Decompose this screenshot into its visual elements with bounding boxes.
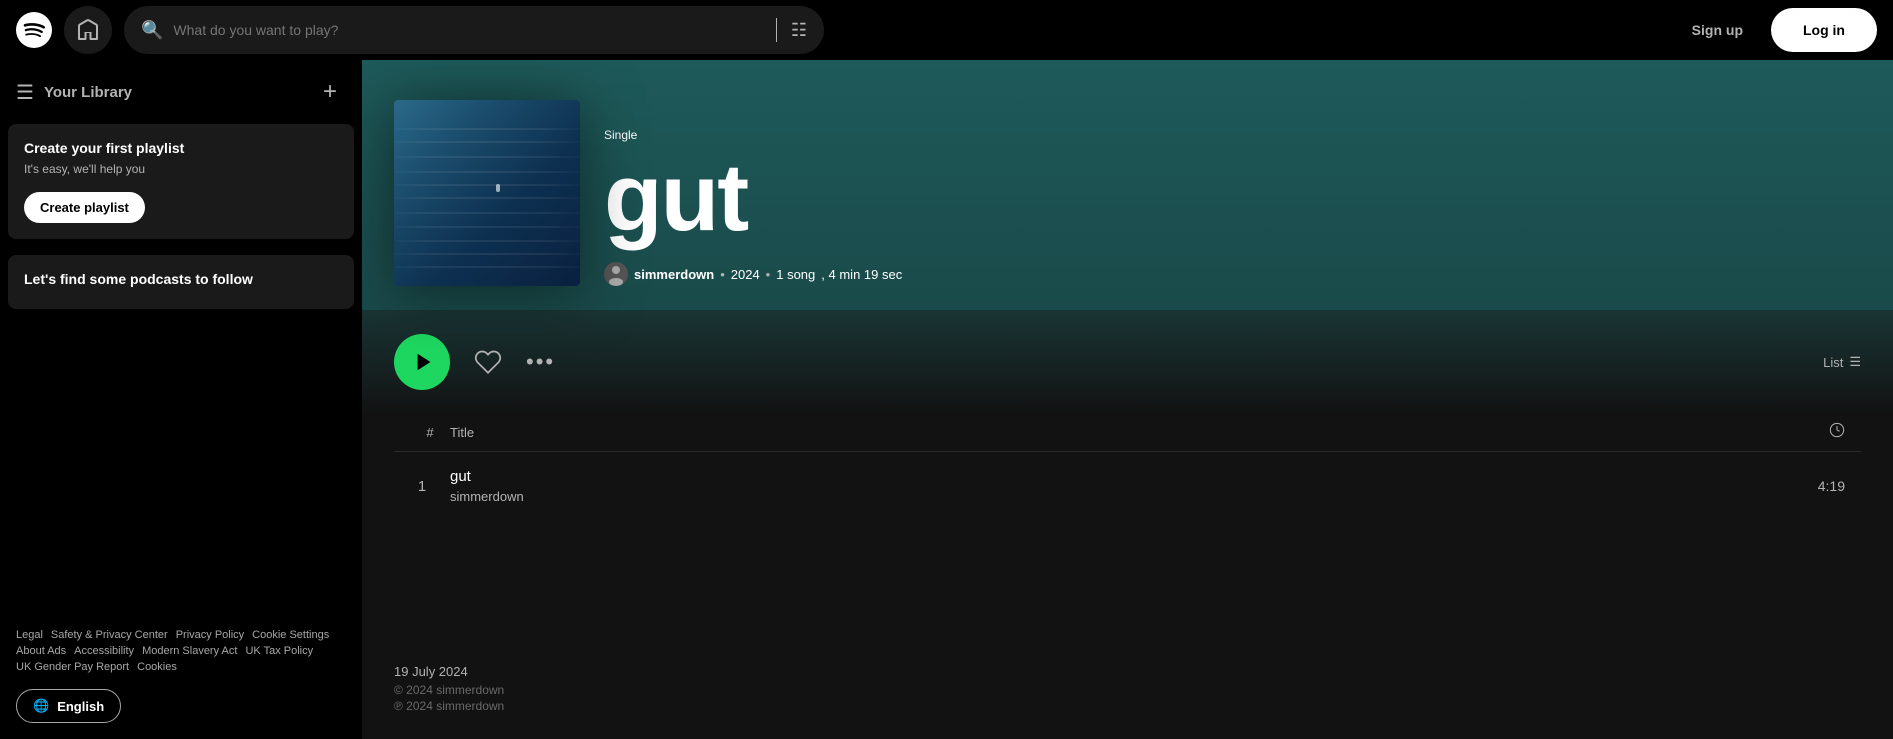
track-info: gut simmerdown xyxy=(450,468,1802,504)
search-icon: 🔍 xyxy=(141,20,163,41)
footer-link-modern-slavery[interactable]: Modern Slavery Act xyxy=(142,645,237,657)
track-duration-header xyxy=(1829,422,1845,443)
track-number: 1 xyxy=(410,478,434,495)
create-playlist-card: Create your first playlist It's easy, we… xyxy=(8,124,354,239)
track-name: gut xyxy=(450,468,1802,485)
language-label: English xyxy=(57,699,104,714)
ellipsis-icon: ••• xyxy=(526,349,555,375)
track-title-header: Title xyxy=(450,425,1829,440)
track-header: # Title xyxy=(394,414,1861,452)
main-area: ☰ Your Library + Create your first playl… xyxy=(0,60,1893,739)
podcasts-card: Let's find some podcasts to follow xyxy=(8,255,354,309)
sidebar: ☰ Your Library + Create your first playl… xyxy=(0,60,362,739)
language-button[interactable]: 🌐 English xyxy=(16,689,121,723)
footer-links: Legal Safety & Privacy Center Privacy Po… xyxy=(16,629,346,673)
spotify-logo[interactable] xyxy=(16,12,52,48)
signup-button[interactable]: Sign up xyxy=(1676,14,1759,46)
release-date: 19 July 2024 xyxy=(394,664,1861,679)
meta-dot-1: • xyxy=(720,267,725,282)
artist-avatar xyxy=(604,262,628,286)
browse-icon[interactable]: ☷ xyxy=(791,20,807,41)
album-title: gut xyxy=(604,150,1861,246)
library-icon: ☰ xyxy=(16,80,34,105)
create-playlist-card-title: Create your first playlist xyxy=(24,140,338,156)
library-title: Your Library xyxy=(44,84,132,101)
track-duration: 4:19 xyxy=(1818,478,1845,494)
album-duration: , 4 min 19 sec xyxy=(821,267,902,282)
tiny-figure xyxy=(496,184,500,192)
play-button[interactable] xyxy=(394,334,450,390)
list-view-button[interactable]: List ☰ xyxy=(1823,354,1861,370)
song-count: 1 song xyxy=(776,267,815,282)
album-meta: simmerdown • 2024 • 1 song , 4 min 19 se… xyxy=(604,262,1861,286)
footer-link-cookies2[interactable]: Cookies xyxy=(137,661,177,673)
footer-link-gender-pay[interactable]: UK Gender Pay Report xyxy=(16,661,129,673)
album-art-image xyxy=(394,100,580,286)
list-icon: ☰ xyxy=(1849,354,1861,370)
sidebar-footer: Legal Safety & Privacy Center Privacy Po… xyxy=(0,613,362,731)
album-header: Single gut simmerdown • 2024 • 1 song , … xyxy=(362,60,1893,310)
nav-right: Sign up Log in xyxy=(1676,8,1877,52)
footer-link-accessibility[interactable]: Accessibility xyxy=(74,645,134,657)
footer-link-safety[interactable]: Safety & Privacy Center xyxy=(51,629,168,641)
release-info: 19 July 2024 © 2024 simmerdown ℗ 2024 si… xyxy=(362,640,1893,739)
login-button[interactable]: Log in xyxy=(1771,8,1877,52)
create-playlist-card-subtitle: It's easy, we'll help you xyxy=(24,162,338,176)
add-library-button[interactable]: + xyxy=(314,76,346,108)
artist-name[interactable]: simmerdown xyxy=(634,267,714,282)
footer-link-uk-tax[interactable]: UK Tax Policy xyxy=(245,645,313,657)
list-label: List xyxy=(1823,355,1843,370)
track-num-header: # xyxy=(410,425,450,440)
footer-link-privacy[interactable]: Privacy Policy xyxy=(176,629,244,641)
album-type: Single xyxy=(604,128,1861,142)
water-waves xyxy=(394,100,580,286)
podcasts-card-title: Let's find some podcasts to follow xyxy=(24,271,338,287)
top-nav: 🔍 ☷ Sign up Log in xyxy=(0,0,1893,60)
track-list: # Title 1 gut simmerdown 4:19 xyxy=(362,414,1893,640)
home-button[interactable] xyxy=(64,6,112,54)
copyright-c: ℗ 2024 simmerdown xyxy=(394,699,1861,713)
search-divider xyxy=(776,18,777,42)
library-header: ☰ Your Library + xyxy=(0,60,362,116)
more-options-button[interactable]: ••• xyxy=(526,349,555,375)
create-playlist-button[interactable]: Create playlist xyxy=(24,192,145,223)
table-row[interactable]: 1 gut simmerdown 4:19 xyxy=(394,460,1861,512)
library-title-area: ☰ Your Library xyxy=(16,80,132,105)
search-input[interactable] xyxy=(173,22,761,38)
footer-link-legal[interactable]: Legal xyxy=(16,629,43,641)
footer-link-about-ads[interactable]: About Ads xyxy=(16,645,66,657)
album-year: 2024 xyxy=(731,267,760,282)
like-button[interactable] xyxy=(474,348,502,376)
meta-dot-2: • xyxy=(766,267,771,282)
album-controls: ••• List ☰ xyxy=(362,310,1893,414)
globe-icon: 🌐 xyxy=(33,698,49,714)
track-artist[interactable]: simmerdown xyxy=(450,489,1802,504)
main-content: Single gut simmerdown • 2024 • 1 song , … xyxy=(362,60,1893,739)
album-info: Single gut simmerdown • 2024 • 1 song , … xyxy=(604,128,1861,286)
search-bar: 🔍 ☷ xyxy=(124,6,824,54)
copyright-p: © 2024 simmerdown xyxy=(394,683,1861,697)
footer-link-cookies[interactable]: Cookie Settings xyxy=(252,629,329,641)
album-art xyxy=(394,100,580,286)
